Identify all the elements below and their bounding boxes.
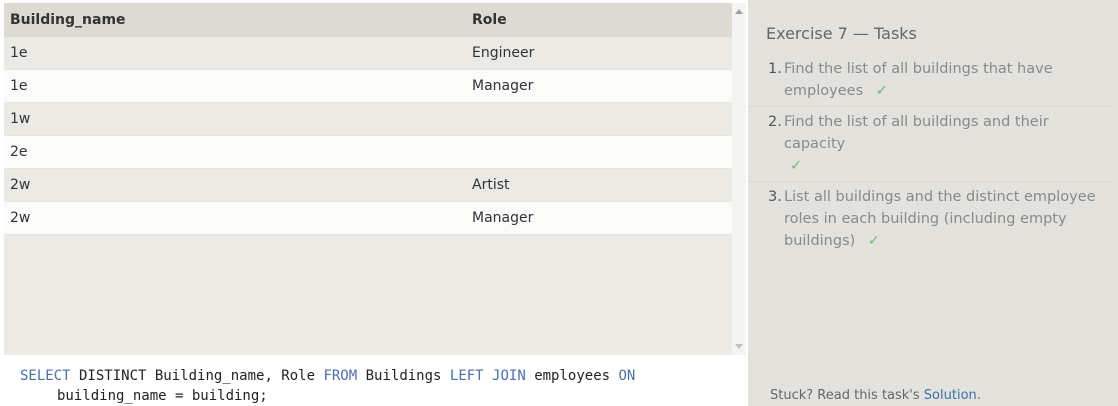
results-scrollbar[interactable]: [732, 3, 746, 355]
cell-role: Manager: [466, 201, 732, 235]
sql-keyword: FROM: [323, 368, 358, 384]
table-row: 2w Manager: [4, 201, 732, 235]
column-header-building-name: Building_name: [4, 3, 466, 37]
sql-keyword: SELECT: [20, 368, 71, 384]
cell-building-name: 1e: [4, 69, 466, 103]
stuck-period: .: [976, 388, 981, 403]
table-row: 1w: [4, 102, 732, 136]
cell-building-name: 1e: [4, 37, 466, 70]
table-row: 1e Manager: [4, 69, 732, 103]
sql-keyword: LEFT: [449, 368, 484, 384]
column-header-role: Role: [466, 3, 732, 37]
sql-text: Buildings: [357, 368, 450, 384]
task-list: 1. Find the list of all buildings that h…: [748, 54, 1112, 256]
cell-role: Manager: [466, 69, 732, 103]
query-pane: Building_name Role 1e Engineer 1e Manage…: [0, 0, 748, 406]
results-table-container: Building_name Role 1e Engineer 1e Manage…: [4, 3, 732, 355]
cell-role: [466, 135, 732, 169]
cell-building-name: 1w: [4, 102, 466, 136]
cell-building-name: 2w: [4, 168, 466, 202]
table-row: 2e: [4, 135, 732, 169]
checkmark-icon: ✓: [867, 233, 881, 249]
task-item: 1. Find the list of all buildings that h…: [748, 54, 1112, 107]
sql-keyword: ON: [618, 368, 636, 384]
task-item: 2. Find the list of all buildings and th…: [748, 107, 1112, 182]
task-item: 3. List all buildings and the distinct e…: [748, 182, 1112, 256]
exercise-title: Exercise 7 — Tasks: [766, 24, 917, 43]
cell-building-name: 2w: [4, 201, 466, 235]
results-table: Building_name Role 1e Engineer 1e Manage…: [4, 3, 732, 235]
task-text: List all buildings and the distinct empl…: [784, 189, 1096, 249]
sql-text: employees: [525, 368, 619, 384]
sql-line-2: building_name = building;: [57, 388, 268, 404]
sql-text: DISTINCT Building_name, Role: [70, 368, 324, 384]
arrow-down-icon[interactable]: [735, 344, 743, 349]
task-number: 1.: [768, 61, 782, 77]
stuck-help-text: Stuck? Read this task's Solution.: [770, 388, 981, 403]
arrow-up-icon[interactable]: [735, 9, 743, 14]
table-row: 2w Artist: [4, 168, 732, 202]
cell-building-name: 2e: [4, 135, 466, 169]
task-text: Find the list of all buildings that have…: [784, 61, 1053, 99]
task-number: 2.: [768, 114, 782, 130]
stuck-label: Stuck? Read this task's: [770, 388, 924, 403]
checkmark-icon: ✓: [875, 83, 888, 99]
table-row: 1e Engineer: [4, 37, 732, 70]
cell-role: [466, 102, 732, 136]
task-text: Find the list of all buildings and their…: [784, 114, 1049, 152]
tasks-panel: Exercise 7 — Tasks 1. Find the list of a…: [748, 0, 1118, 406]
cell-role: Artist: [466, 168, 732, 202]
solution-link[interactable]: Solution: [924, 388, 977, 403]
task-number: 3.: [768, 189, 782, 205]
table-header-row: Building_name Role: [4, 3, 732, 37]
sql-keyword: JOIN: [492, 368, 526, 384]
sql-editor[interactable]: SELECT DISTINCT Building_name, Role FROM…: [4, 357, 746, 406]
cell-role: Engineer: [466, 37, 732, 70]
checkmark-icon: ✓: [790, 158, 803, 174]
